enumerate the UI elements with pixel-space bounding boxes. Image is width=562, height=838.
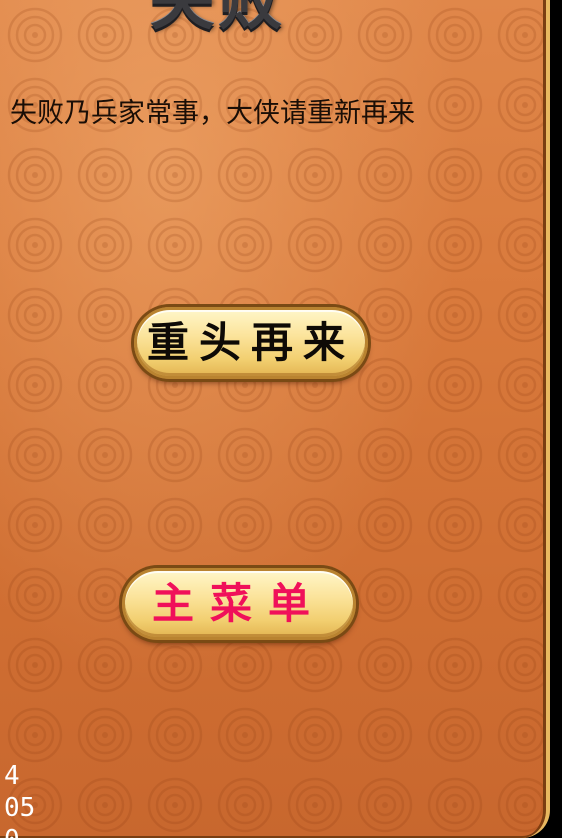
debug-line-3: 0 [4,824,35,838]
game-screen: 失败 失败乃兵家常事，大侠请重新再来 重头再来 主菜单 4 05 0 [0,0,562,838]
restart-button[interactable]: 重头再来 [134,307,368,379]
result-title: 失败 [150,0,286,39]
debug-line-2: 05 [4,793,36,823]
result-panel: 失败 失败乃兵家常事，大侠请重新再来 重头再来 主菜单 [0,0,550,838]
main-menu-button-label: 主菜单 [151,579,326,628]
main-menu-button[interactable]: 主菜单 [122,568,356,640]
restart-button-label: 重头再来 [146,318,355,367]
debug-readout: 4 05 0 [4,760,35,838]
failure-message: 失败乃兵家常事，大侠请重新再来 [10,98,415,129]
debug-line-1: 4 [4,761,20,791]
